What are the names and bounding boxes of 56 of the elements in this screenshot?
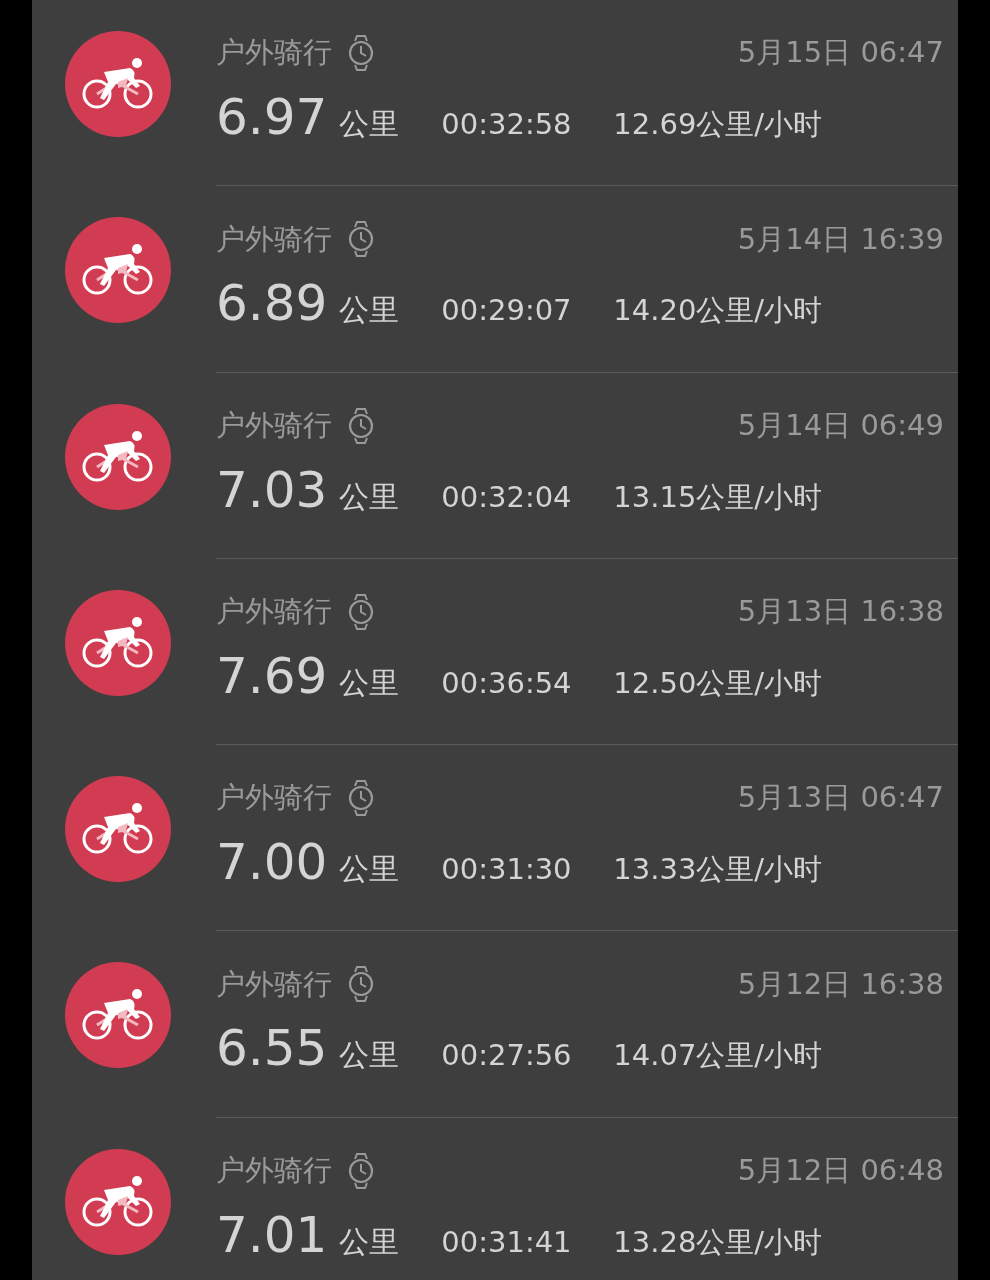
duration-value: 00:27:56 <box>441 1037 573 1075</box>
distance-value: 6.97 <box>216 87 328 148</box>
duration-value: 00:32:04 <box>441 478 573 516</box>
workout-date: 5月12日 16:38 <box>737 965 944 1003</box>
watch-icon <box>348 966 374 1003</box>
workout-row[interactable]: 户外骑行 5月13日 16:38 7.69 公里 00:36:54 12.50公里/小时 <box>32 558 958 746</box>
watch-icon <box>348 1152 374 1189</box>
workout-row[interactable]: 户外骑行 5月12日 06:48 7.01 公里 00:31:41 13.28公里/小时 <box>32 1117 958 1280</box>
workout-type: 户外骑行 <box>216 593 332 631</box>
duration-value: 00:32:58 <box>441 106 573 143</box>
workout-type: 户外骑行 <box>216 406 332 444</box>
average-speed: 13.33公里/小时 <box>613 851 823 889</box>
duration-value: 00:31:30 <box>441 851 573 889</box>
watch-icon <box>348 221 374 258</box>
workout-date: 5月14日 06:49 <box>737 406 944 444</box>
distance-unit: 公里 <box>339 105 401 143</box>
distance-value: 6.89 <box>216 273 328 335</box>
duration-value: 00:29:07 <box>441 292 573 330</box>
watch-icon <box>348 593 374 630</box>
distance-value: 7.01 <box>216 1204 328 1266</box>
workout-date: 5月12日 06:48 <box>737 1152 944 1190</box>
average-speed: 12.50公里/小时 <box>613 664 823 702</box>
distance-value: 7.03 <box>216 459 328 521</box>
workout-type: 户外骑行 <box>216 965 332 1003</box>
distance-unit: 公里 <box>339 663 401 702</box>
workout-row[interactable]: 户外骑行 5月15日 06:47 6.97 公里 00:32:58 12.69公里/小时 <box>32 0 958 187</box>
workout-date: 5月15日 06:47 <box>737 34 944 72</box>
duration-value: 00:31:41 <box>441 1223 573 1261</box>
workout-type: 户外骑行 <box>216 779 332 817</box>
distance-unit: 公里 <box>339 477 401 516</box>
average-speed: 14.20公里/小时 <box>613 292 823 330</box>
watch-icon <box>348 407 374 444</box>
distance-value: 6.55 <box>216 1018 328 1080</box>
distance-unit: 公里 <box>339 1036 401 1075</box>
distance-value: 7.00 <box>216 832 328 894</box>
workout-date: 5月14日 16:39 <box>737 220 944 258</box>
watch-icon <box>348 780 374 817</box>
workout-row[interactable]: 户外骑行 5月14日 06:49 7.03 公里 00:32:04 13.15公里/小时 <box>32 372 958 559</box>
average-speed: 13.15公里/小时 <box>613 478 823 516</box>
workout-date: 5月13日 06:47 <box>737 779 944 817</box>
workout-row[interactable]: 户外骑行 5月12日 16:38 6.55 公里 00:27:56 14.07公里/小时 <box>32 931 958 1118</box>
watch-icon <box>348 35 374 71</box>
distance-unit: 公里 <box>339 850 401 889</box>
workout-type: 户外骑行 <box>216 34 332 72</box>
average-speed: 12.69公里/小时 <box>613 106 823 143</box>
workout-type: 户外骑行 <box>216 1152 332 1190</box>
workout-date: 5月13日 16:38 <box>737 593 944 631</box>
distance-unit: 公里 <box>339 1222 401 1261</box>
average-speed: 13.28公里/小时 <box>613 1223 823 1261</box>
distance-value: 7.69 <box>216 645 328 707</box>
workout-row[interactable]: 户外骑行 5月14日 16:39 6.89 公里 00:29:07 14.20公里/小时 <box>32 186 958 373</box>
distance-unit: 公里 <box>339 291 401 330</box>
duration-value: 00:36:54 <box>441 664 573 702</box>
average-speed: 14.07公里/小时 <box>613 1037 823 1075</box>
workout-row[interactable]: 户外骑行 5月13日 06:47 7.00 公里 00:31:30 13.33公里/小时 <box>32 745 958 932</box>
workout-type: 户外骑行 <box>216 220 332 258</box>
